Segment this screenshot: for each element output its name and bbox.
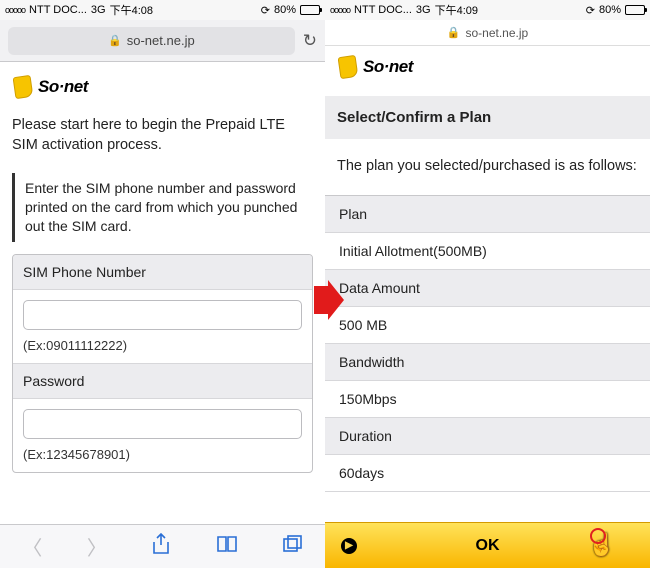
network-label: 3G	[91, 4, 106, 16]
signal-dots-icon: ooooo	[330, 5, 350, 15]
battery-icon	[300, 5, 320, 15]
status-bar: ooooo NTT DOC... 3G 下午4:09 ⟳ 80%	[325, 0, 650, 20]
time-label: 下午4:09	[435, 2, 478, 18]
back-icon[interactable]: 〈	[22, 532, 42, 561]
network-label: 3G	[416, 4, 431, 16]
carrier-label: NTT DOC...	[354, 4, 412, 16]
share-icon[interactable]	[151, 533, 171, 561]
screen-confirm-plan: ooooo NTT DOC... 3G 下午4:09 ⟳ 80% 🔒 so-ne…	[325, 0, 650, 568]
data-amount-value: 500 MB	[325, 307, 650, 344]
sim-number-input[interactable]	[23, 300, 302, 330]
data-amount-header: Data Amount	[325, 270, 650, 307]
page-title: Select/Confirm a Plan	[325, 96, 650, 139]
time-label: 下午4:08	[110, 2, 153, 18]
ok-label: OK	[476, 537, 500, 555]
rotation-lock-icon: ⟳	[261, 4, 270, 17]
signal-dots-icon: ooooo	[5, 5, 25, 15]
password-input[interactable]	[23, 409, 302, 439]
forward-icon[interactable]: 〉	[87, 532, 107, 561]
password-label: Password	[13, 363, 312, 399]
bandwidth-value: 150Mbps	[325, 381, 650, 418]
tabs-icon[interactable]	[283, 535, 303, 559]
browser-url-bar: 🔒 so-net.ne.jp ↻	[0, 20, 325, 62]
cursor-pointer-icon: ☝	[588, 532, 616, 564]
brand-text: So·net	[363, 57, 413, 77]
sim-number-label: SIM Phone Number	[13, 255, 312, 290]
battery-pct: 80%	[599, 4, 621, 16]
activation-form: SIM Phone Number (Ex:09011112222) Passwo…	[12, 254, 313, 473]
bandwidth-header: Bandwidth	[325, 344, 650, 381]
safari-toolbar: 〈 〉	[0, 524, 325, 568]
brand-mark-icon	[13, 75, 34, 99]
flow-arrow-icon	[314, 280, 344, 320]
instruction-note: Enter the SIM phone number and password …	[12, 173, 313, 242]
battery-pct: 80%	[274, 4, 296, 16]
brand-logo: So·net	[14, 76, 313, 98]
screen-activation: ooooo NTT DOC... 3G 下午4:08 ⟳ 80% 🔒 so-ne…	[0, 0, 325, 568]
status-bar: ooooo NTT DOC... 3G 下午4:08 ⟳ 80%	[0, 0, 325, 20]
url-field[interactable]: 🔒 so-net.ne.jp	[8, 27, 295, 55]
ok-button[interactable]: ▶ OK ☝	[325, 522, 650, 568]
browser-url-bar: 🔒 so-net.ne.jp	[325, 20, 650, 46]
plan-value: Initial Allotment(500MB)	[325, 233, 650, 270]
duration-value: 60days	[325, 455, 650, 492]
carrier-label: NTT DOC...	[29, 4, 87, 16]
plan-intro-text: The plan you selected/purchased is as fo…	[337, 157, 638, 177]
url-text: so-net.ne.jp	[127, 33, 195, 48]
sim-number-hint: (Ex:09011112222)	[23, 338, 302, 353]
brand-logo: So·net	[339, 56, 638, 78]
url-text: so-net.ne.jp	[465, 26, 528, 40]
plan-table: Plan Initial Allotment(500MB) Data Amoun…	[325, 195, 650, 492]
lock-icon: 🔒	[447, 26, 461, 39]
bookmarks-icon[interactable]	[216, 535, 238, 559]
reload-icon[interactable]: ↻	[303, 31, 317, 51]
chevron-right-icon: ▶	[341, 538, 357, 554]
password-hint: (Ex:12345678901)	[23, 447, 302, 462]
rotation-lock-icon: ⟳	[586, 4, 595, 17]
lock-icon: 🔒	[108, 34, 122, 47]
duration-header: Duration	[325, 418, 650, 455]
battery-icon	[625, 5, 645, 15]
plan-header: Plan	[325, 196, 650, 233]
brand-mark-icon	[338, 55, 359, 79]
brand-text: So·net	[38, 77, 88, 97]
intro-text: Please start here to begin the Prepaid L…	[12, 116, 313, 155]
